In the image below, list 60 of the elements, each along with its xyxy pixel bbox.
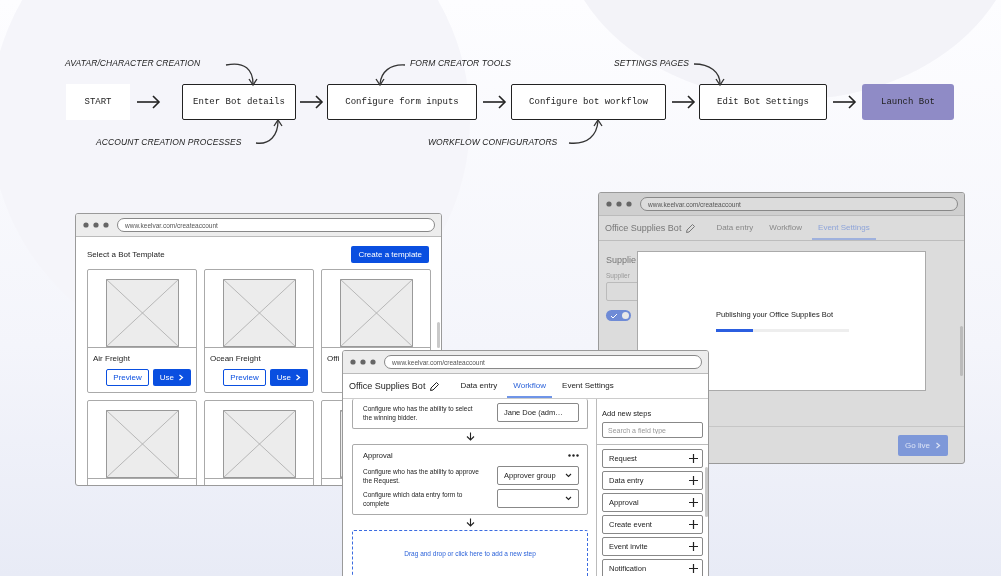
bot-name: Office Supplies Bot bbox=[605, 223, 682, 233]
chevron-right-icon bbox=[295, 374, 301, 381]
check-icon bbox=[610, 312, 618, 319]
dropdown[interactable] bbox=[497, 489, 579, 508]
flow-step: Configure bot workflow bbox=[511, 84, 666, 120]
toggle-switch[interactable] bbox=[606, 310, 631, 321]
tab[interactable]: Workflow bbox=[507, 374, 553, 398]
more-icon[interactable] bbox=[568, 454, 579, 457]
start-label: START bbox=[66, 84, 130, 120]
template-title: Ocean Freight bbox=[210, 354, 261, 363]
chevron-right-icon bbox=[935, 441, 941, 449]
caret-down-icon bbox=[565, 473, 572, 478]
section-heading: Select a Bot Template bbox=[87, 250, 165, 259]
window-controls-icon bbox=[83, 222, 109, 228]
annotation-label: AVATAR/CHARACTER CREATION bbox=[65, 58, 201, 69]
flow-arrow bbox=[671, 95, 696, 109]
use-button[interactable]: Use bbox=[152, 369, 191, 386]
caret-down-icon bbox=[565, 496, 572, 501]
tab[interactable]: Event Settings bbox=[556, 374, 620, 398]
scrollbar[interactable] bbox=[960, 326, 963, 376]
curved-arrow bbox=[693, 63, 725, 87]
plus-icon[interactable] bbox=[689, 476, 698, 485]
flow-arrow bbox=[136, 95, 161, 109]
annotation-label: SETTINGS PAGES bbox=[614, 58, 689, 69]
window-controls-icon bbox=[350, 359, 376, 365]
window-controls-icon bbox=[606, 201, 632, 207]
down-arrow-icon bbox=[465, 432, 475, 441]
flow-step: Edit Bot Settings bbox=[699, 84, 827, 120]
plus-icon[interactable] bbox=[689, 542, 698, 551]
plus-icon[interactable] bbox=[689, 520, 698, 529]
preview-button[interactable]: Preview bbox=[223, 369, 266, 386]
down-arrow-icon bbox=[465, 518, 475, 527]
flow-step: Configure form inputs bbox=[327, 84, 477, 120]
plus-icon[interactable] bbox=[689, 454, 698, 463]
flow-arrow bbox=[299, 95, 324, 109]
pencil-icon[interactable] bbox=[429, 380, 441, 392]
annotation-label: FORM CREATOR TOOLS bbox=[410, 58, 511, 69]
chevron-right-icon bbox=[178, 374, 184, 381]
curved-arrow bbox=[255, 118, 283, 144]
template-title: Offi bbox=[327, 354, 340, 363]
bot-name: Office Supplies Bot bbox=[349, 381, 426, 391]
use-button[interactable]: Use bbox=[269, 369, 308, 386]
flow-step: Enter Bot details bbox=[182, 84, 296, 120]
flow-arrow bbox=[482, 95, 507, 109]
curved-arrow bbox=[225, 63, 258, 87]
scrollbar[interactable] bbox=[437, 322, 440, 348]
create-template-button[interactable]: Create a template bbox=[351, 246, 429, 263]
template-title: Air Freight bbox=[93, 354, 130, 363]
scrollbar[interactable] bbox=[705, 467, 708, 517]
flow-arrow bbox=[832, 95, 857, 109]
plus-icon[interactable] bbox=[689, 498, 698, 507]
curved-arrow bbox=[568, 118, 603, 144]
tab[interactable]: Data entry bbox=[454, 374, 504, 398]
curved-arrow bbox=[375, 64, 406, 87]
preview-button[interactable]: Preview bbox=[106, 369, 149, 386]
annotation-label: ACCOUNT CREATION PROCESSES bbox=[96, 137, 242, 148]
section-heading: Supplie bbox=[606, 255, 637, 265]
annotation-label: WORKFLOW CONFIGURATORS bbox=[428, 137, 558, 148]
launch-step: Launch Bot bbox=[862, 84, 954, 120]
plus-icon[interactable] bbox=[689, 564, 698, 573]
